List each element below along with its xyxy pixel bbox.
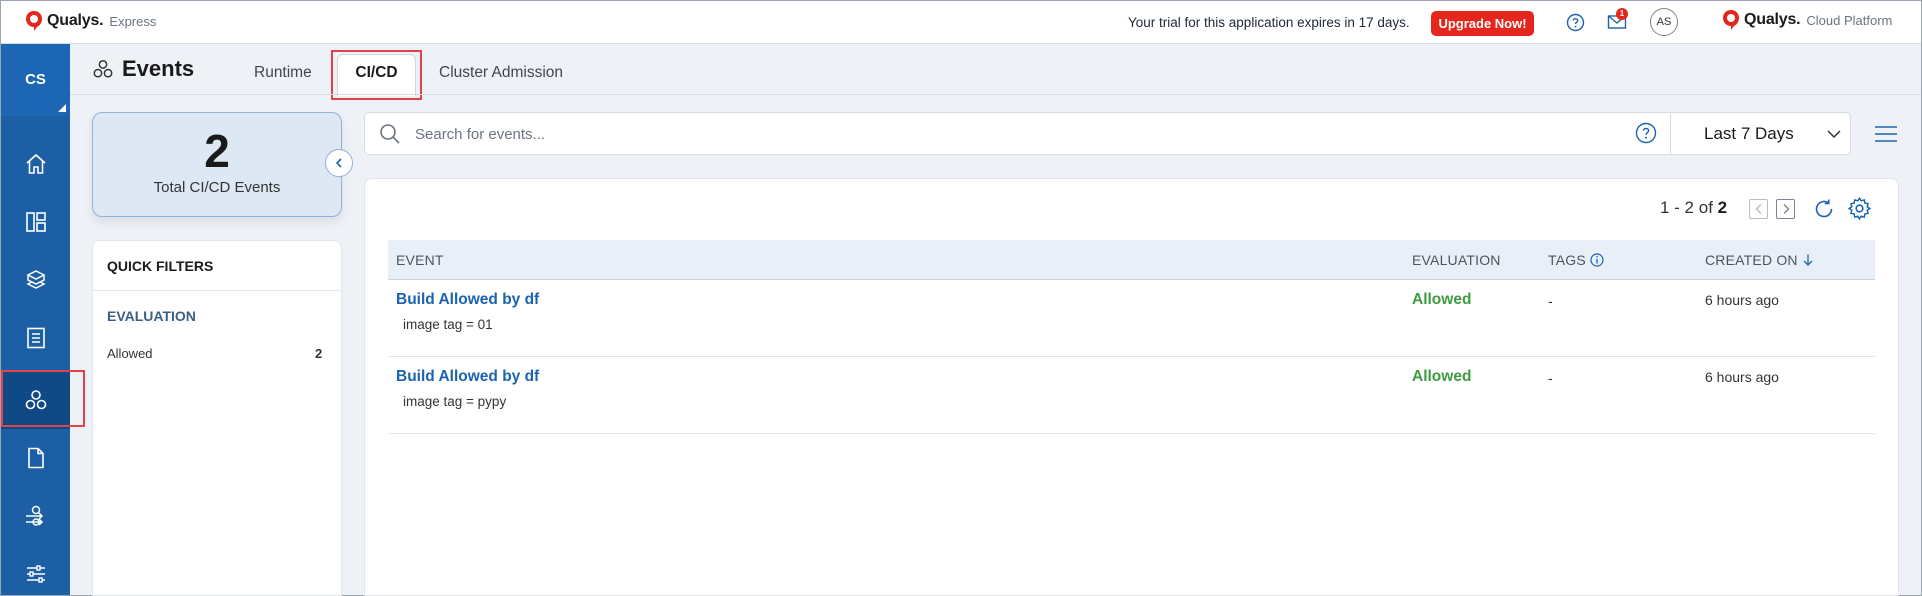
qualys-logo-icon xyxy=(26,11,42,31)
tab-runtime[interactable]: Runtime xyxy=(254,64,312,82)
brand-name: Qualys. xyxy=(47,12,104,29)
sidebar-item-policies[interactable] xyxy=(1,487,70,545)
total-events-count: 2 xyxy=(204,125,230,177)
filters-divider xyxy=(93,290,341,291)
sidebar-item-documents[interactable] xyxy=(1,429,70,487)
settings-sliders-icon xyxy=(26,565,45,583)
filter-option-count: 2 xyxy=(315,346,323,361)
info-icon[interactable] xyxy=(1590,253,1604,267)
total-events-label: Total CI/CD Events xyxy=(153,179,281,196)
search-bar: Last 7 Days xyxy=(364,112,1851,155)
event-created-on: 6 hours ago xyxy=(1705,369,1779,385)
pagination-range: 1 - 2 of xyxy=(1660,198,1713,217)
column-event[interactable]: EVENT xyxy=(396,252,444,268)
sidebar-item-dashboard[interactable] xyxy=(1,193,70,251)
column-evaluation[interactable]: EVALUATION xyxy=(1412,252,1501,268)
table-row[interactable]: Build Allowed by df image tag = pypy All… xyxy=(388,357,1875,434)
column-tags[interactable]: TAGS xyxy=(1548,252,1604,268)
column-created-on-label: CREATED ON xyxy=(1705,252,1798,268)
chevron-left-icon xyxy=(1755,204,1761,214)
events-icon xyxy=(93,60,113,78)
quick-filters-panel: QUICK FILTERS EVALUATION Allowed 2 xyxy=(92,240,342,596)
pagination-total: 2 xyxy=(1717,198,1728,217)
sidebar-item-home[interactable] xyxy=(1,135,70,193)
filter-section-evaluation: EVALUATION xyxy=(107,308,196,324)
sort-descending-icon[interactable] xyxy=(1802,253,1814,267)
event-evaluation: Allowed xyxy=(1412,291,1472,308)
quick-filters-title: QUICK FILTERS xyxy=(107,258,214,274)
sidebar-events-highlight xyxy=(1,370,85,427)
cloud-brand-name: Qualys. xyxy=(1744,11,1801,28)
dashboard-icon xyxy=(25,212,46,232)
chevron-left-icon xyxy=(335,158,342,168)
sidebar: CS xyxy=(1,44,70,595)
policy-icon xyxy=(25,505,43,526)
search-help-icon[interactable] xyxy=(1635,122,1657,144)
sidebar-item-inventory[interactable] xyxy=(1,251,70,309)
home-icon xyxy=(25,153,46,174)
sidebar-item-settings[interactable] xyxy=(1,545,70,596)
upgrade-button[interactable]: Upgrade Now! xyxy=(1431,11,1534,36)
total-events-card: 2 Total CI/CD Events xyxy=(92,112,342,217)
trial-message: Your trial for this application expires … xyxy=(1128,15,1410,30)
chevron-down-icon[interactable] xyxy=(1825,125,1843,143)
date-range-select[interactable]: Last 7 Days xyxy=(1704,124,1794,144)
page-title: Events xyxy=(92,56,194,82)
event-title-link[interactable]: Build Allowed by df xyxy=(396,291,539,309)
pagination-info: 1 - 2 of 2 xyxy=(1660,198,1727,218)
search-input[interactable] xyxy=(415,121,1465,147)
event-evaluation: Allowed xyxy=(1412,368,1472,385)
tab-cicd-highlight xyxy=(331,50,422,100)
top-bar: Qualys. Express Your trial for this appl… xyxy=(1,1,1921,44)
header-divider xyxy=(70,94,1921,95)
chevron-right-icon xyxy=(1783,204,1789,214)
tab-cluster-admission[interactable]: Cluster Admission xyxy=(439,64,563,82)
next-page-button[interactable] xyxy=(1776,199,1795,219)
search-divider xyxy=(1670,113,1671,154)
document-icon xyxy=(27,447,44,469)
user-avatar[interactable]: AS xyxy=(1650,8,1678,36)
search-icon xyxy=(380,124,400,144)
inventory-icon xyxy=(25,270,46,289)
help-icon[interactable] xyxy=(1566,13,1585,32)
mail-badge: 1 xyxy=(1616,8,1628,20)
table-header: EVENT EVALUATION TAGS CREATED ON xyxy=(388,240,1875,280)
refresh-icon[interactable] xyxy=(1812,197,1836,221)
event-detail: image tag = 01 xyxy=(403,317,493,332)
column-created-on[interactable]: CREATED ON xyxy=(1705,252,1814,268)
app-switcher-caret-icon xyxy=(58,104,66,112)
sidebar-item-reports[interactable] xyxy=(1,309,70,367)
event-tags: - xyxy=(1548,293,1553,309)
page-title-text: Events xyxy=(122,56,195,81)
previous-page-button[interactable] xyxy=(1749,199,1768,219)
cloud-brand-sub: Cloud Platform xyxy=(1806,12,1893,28)
event-tags: - xyxy=(1548,370,1553,386)
qualys-express-logo[interactable]: Qualys. Express xyxy=(25,10,156,32)
event-created-on: 6 hours ago xyxy=(1705,292,1779,308)
report-icon xyxy=(26,327,45,349)
event-title-link[interactable]: Build Allowed by df xyxy=(396,368,539,386)
event-detail: image tag = pypy xyxy=(403,394,507,409)
brand-sub: Express xyxy=(109,13,157,29)
table-row[interactable]: Build Allowed by df image tag = 01 Allow… xyxy=(388,280,1875,357)
filter-option-allowed[interactable]: Allowed xyxy=(107,346,153,361)
hamburger-menu-icon[interactable] xyxy=(1874,124,1898,144)
qualys-logo-icon xyxy=(1723,10,1739,30)
column-tags-label: TAGS xyxy=(1548,252,1586,268)
gear-icon[interactable] xyxy=(1847,196,1872,221)
qualys-cloud-platform-logo[interactable]: Qualys. Cloud Platform xyxy=(1722,9,1892,31)
collapse-panel-button[interactable] xyxy=(325,149,353,177)
